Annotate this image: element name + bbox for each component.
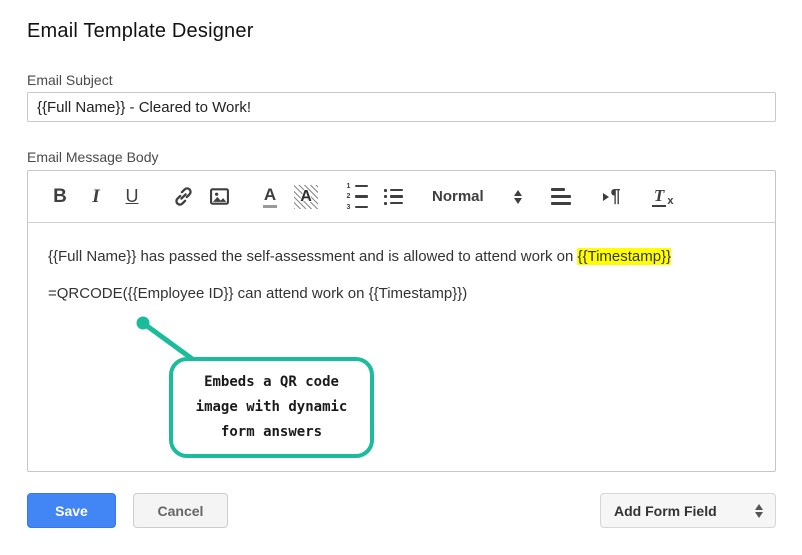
link-button[interactable]	[171, 182, 195, 212]
ordered-list-button[interactable]: 1 2 3	[345, 182, 369, 212]
underline-icon: U	[125, 186, 139, 206]
text-color-icon: A	[262, 186, 278, 208]
italic-button[interactable]: I	[84, 182, 108, 212]
background-color-icon: A	[294, 184, 318, 209]
callout-text-line: Embeds a QR code	[204, 374, 339, 390]
add-form-field-dropdown[interactable]: Add Form Field	[600, 493, 776, 528]
align-button[interactable]	[549, 182, 573, 212]
chevron-updown-icon	[755, 503, 763, 518]
image-icon	[209, 188, 229, 205]
bold-button[interactable]: B	[48, 182, 72, 212]
underline-button[interactable]: U	[120, 182, 144, 212]
email-subject-input[interactable]	[27, 92, 776, 122]
text-color-button[interactable]: A	[258, 182, 282, 212]
bullet-list-button[interactable]	[381, 182, 405, 212]
body-line-1: {{Full Name}} has passed the self-assess…	[48, 248, 672, 265]
clear-formatting-button[interactable]: Tx	[651, 182, 675, 212]
editor-content-area[interactable]: {{Full Name}} has passed the self-assess…	[28, 223, 775, 472]
bullet-list-icon	[383, 188, 403, 205]
chevron-updown-icon	[513, 189, 522, 204]
italic-icon: I	[92, 185, 100, 207]
callout-text-line: image with dynamic	[195, 399, 348, 415]
paragraph-style-value: Normal	[432, 188, 484, 205]
save-button[interactable]: Save	[27, 493, 116, 528]
email-subject-label: Email Subject	[27, 72, 113, 88]
page-title: Email Template Designer	[27, 20, 254, 42]
bold-icon: B	[53, 185, 67, 207]
text-direction-button[interactable]: ¶	[600, 182, 624, 212]
rich-text-editor: B I U A A 1 2 3 Normal ¶ T x {{Full Name…	[27, 170, 776, 472]
email-body-label: Email Message Body	[27, 149, 159, 165]
cancel-button[interactable]: Cancel	[133, 493, 228, 528]
callout-text-line: form answers	[220, 424, 323, 440]
editor-toolbar: B I U A A 1 2 3 Normal ¶ T x	[28, 171, 775, 223]
align-icon	[550, 188, 571, 205]
background-color-button[interactable]: A	[294, 182, 318, 212]
clear-formatting-icon: Tx	[651, 185, 674, 207]
paragraph-style-select[interactable]: Normal	[432, 182, 522, 212]
ordered-list-icon: 1 2 3	[347, 183, 368, 211]
qr-code-callout-bubble: Embeds a QR code image with dynamic form…	[169, 357, 374, 458]
email-template-designer-page: Email Template Designer Email Subject Em…	[0, 0, 802, 555]
link-icon	[174, 187, 192, 206]
highlighted-timestamp-token: {{Timestamp}}	[577, 248, 672, 265]
add-form-field-label: Add Form Field	[614, 502, 717, 519]
direction-rtl-icon: ¶	[602, 186, 621, 207]
body-line-2: =QRCODE({{Employee ID}} can attend work …	[48, 285, 468, 302]
insert-image-button[interactable]	[207, 182, 231, 212]
